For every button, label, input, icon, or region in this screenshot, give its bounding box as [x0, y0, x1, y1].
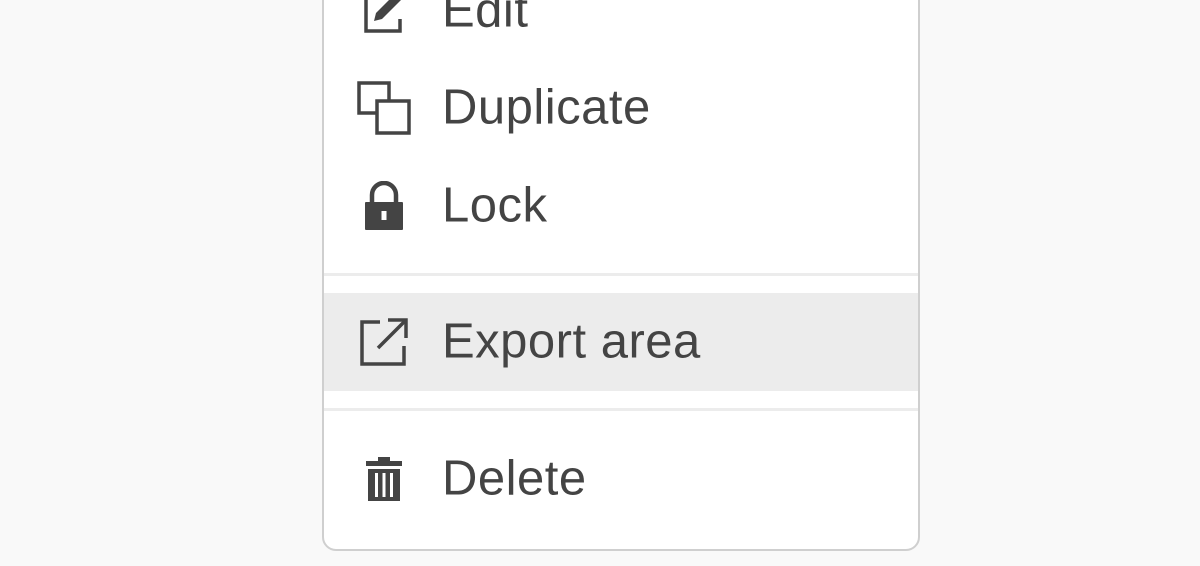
- menu-item-export-area[interactable]: Export area: [324, 293, 918, 391]
- lock-icon: [356, 178, 412, 234]
- menu-item-lock[interactable]: Lock: [324, 157, 918, 255]
- context-menu: Edit Duplicate Lock Export area Delete: [322, 0, 920, 551]
- edit-icon: [356, 0, 412, 39]
- duplicate-icon: [356, 80, 412, 136]
- menu-item-label: Delete: [442, 451, 587, 506]
- menu-item-delete[interactable]: Delete: [324, 430, 918, 528]
- menu-item-edit[interactable]: Edit: [324, 0, 918, 60]
- menu-item-label: Export area: [442, 314, 701, 369]
- menu-item-label: Edit: [442, 0, 529, 38]
- menu-item-duplicate[interactable]: Duplicate: [324, 59, 918, 157]
- menu-divider: [324, 408, 918, 411]
- export-icon: [356, 314, 412, 370]
- menu-item-label: Duplicate: [442, 80, 651, 135]
- trash-icon: [356, 451, 412, 507]
- menu-divider: [324, 273, 918, 276]
- menu-item-label: Lock: [442, 178, 548, 233]
- canvas-background: Edit Duplicate Lock Export area Delete: [0, 0, 1200, 566]
